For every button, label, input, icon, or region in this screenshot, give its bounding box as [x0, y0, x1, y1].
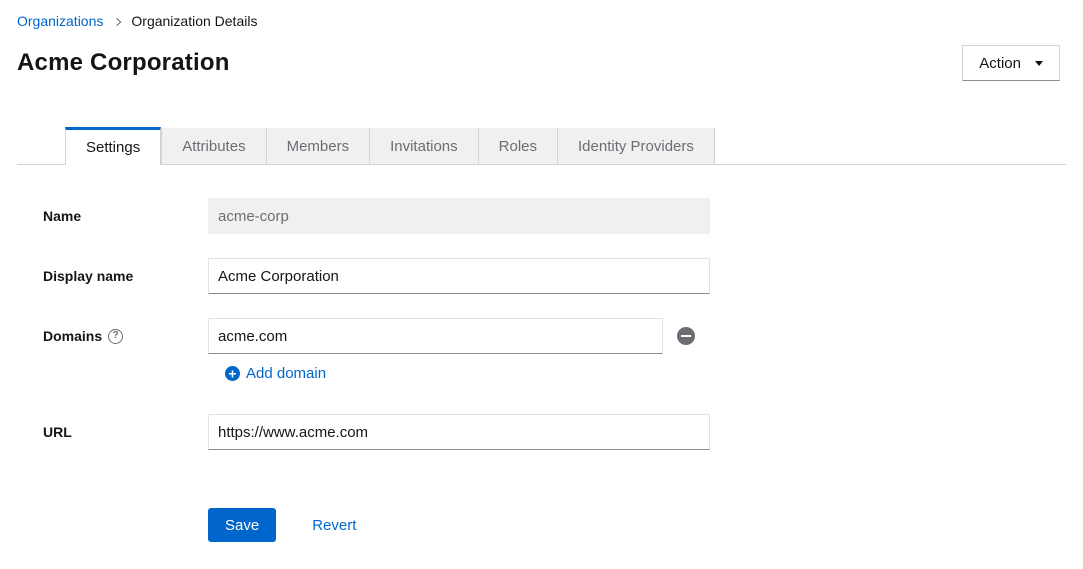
save-button[interactable]: Save: [208, 508, 276, 542]
breadcrumb-current-page: Organization Details: [131, 13, 257, 29]
form-row-name: Name: [43, 198, 1083, 234]
revert-link[interactable]: Revert: [312, 517, 356, 534]
tab-settings[interactable]: Settings: [65, 127, 161, 165]
name-field: [208, 198, 710, 234]
form-row-url: URL: [43, 414, 1083, 450]
tab-attributes[interactable]: Attributes: [161, 128, 265, 164]
question-circle-icon[interactable]: [108, 329, 123, 344]
tab-members[interactable]: Members: [266, 128, 370, 164]
page-header: Acme Corporation Action: [17, 45, 1060, 81]
domains-field-group: Add domain: [208, 318, 695, 382]
domains-label-text: Domains: [43, 328, 102, 344]
domain-row: [208, 318, 695, 354]
organization-settings-form: Name Display name Domains Add domain URL…: [43, 198, 1083, 542]
form-row-domains: Domains Add domain: [43, 318, 1083, 382]
tab-invitations[interactable]: Invitations: [369, 128, 478, 164]
breadcrumb: Organizations Organization Details: [0, 0, 1083, 29]
breadcrumb-link-organizations[interactable]: Organizations: [17, 13, 103, 29]
display-name-field[interactable]: [208, 258, 710, 294]
add-domain-button[interactable]: Add domain: [225, 365, 326, 382]
form-actions: Save Revert: [208, 508, 1083, 542]
add-domain-label: Add domain: [246, 365, 326, 382]
plus-circle-icon: [225, 366, 240, 381]
tab-identity-providers[interactable]: Identity Providers: [557, 128, 715, 164]
display-name-label: Display name: [43, 268, 208, 284]
form-row-display-name: Display name: [43, 258, 1083, 294]
minus-circle-icon[interactable]: [677, 327, 695, 345]
action-dropdown-label: Action: [979, 55, 1021, 72]
tab-bar: Settings Attributes Members Invitations …: [17, 127, 1066, 165]
page-title: Acme Corporation: [17, 49, 230, 77]
angle-right-icon: [113, 17, 121, 25]
url-field[interactable]: [208, 414, 710, 450]
domain-field[interactable]: [208, 318, 663, 354]
tab-roles[interactable]: Roles: [478, 128, 557, 164]
domains-label: Domains: [43, 328, 208, 344]
url-label: URL: [43, 424, 208, 440]
action-dropdown-button[interactable]: Action: [962, 45, 1060, 81]
name-label: Name: [43, 208, 208, 224]
caret-down-icon: [1035, 61, 1043, 66]
